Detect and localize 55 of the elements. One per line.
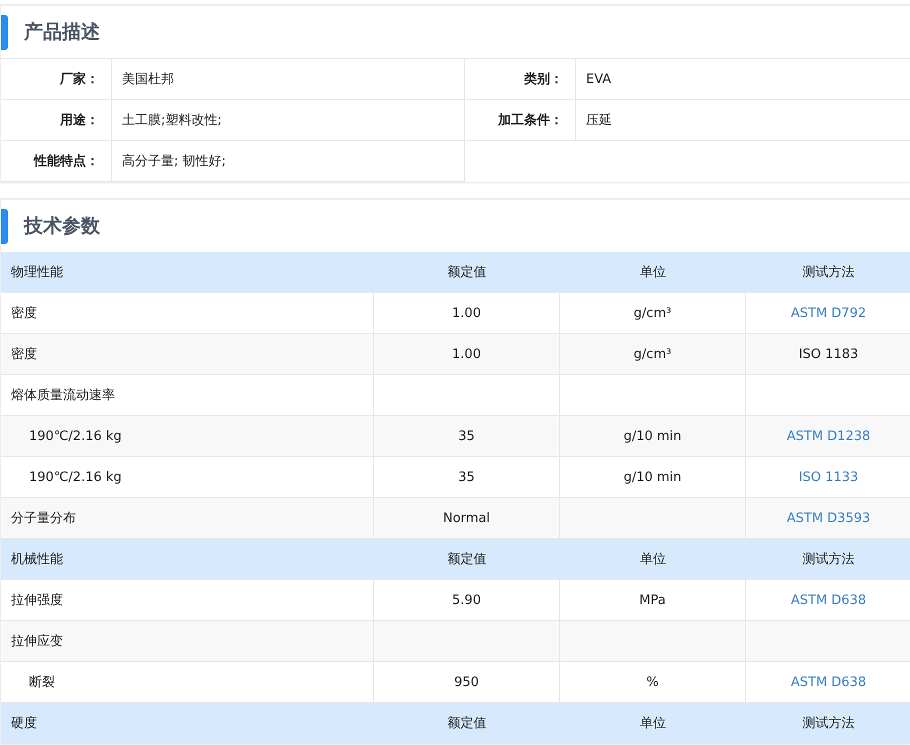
table-cell-text: 拉伸应变 bbox=[10, 633, 63, 650]
accent-bar bbox=[1, 208, 8, 244]
field-value: 压延 bbox=[576, 100, 910, 141]
table-cell-text: 密度 bbox=[10, 346, 37, 363]
table-cell: 1.00 bbox=[452, 346, 481, 362]
test-method-link[interactable]: ASTM D638 bbox=[790, 674, 866, 690]
table-cell: ISO 1183 bbox=[798, 346, 858, 362]
field-label: 厂家： bbox=[1, 59, 112, 100]
column-header: 机械性能 bbox=[10, 551, 63, 568]
column-header: 额定值 bbox=[448, 264, 486, 281]
table-cell: g/10 min bbox=[624, 428, 682, 444]
field-label: 用途： bbox=[1, 100, 112, 141]
table-cell-text: 分子量分布 bbox=[10, 510, 76, 527]
field-value: 高分子量; 韧性好; bbox=[112, 141, 465, 182]
table-cell-text: 熔体质量流动速率 bbox=[10, 387, 115, 404]
section-title: 技术参数 bbox=[24, 214, 100, 239]
column-header: 测试方法 bbox=[802, 264, 854, 281]
table-cell: Normal bbox=[442, 510, 490, 526]
column-header: 单位 bbox=[640, 551, 666, 568]
test-method-link[interactable]: ASTM D3593 bbox=[786, 510, 870, 526]
section-title: 产品描述 bbox=[24, 20, 100, 45]
table-cell: g/10 min bbox=[624, 470, 682, 484]
test-method-link[interactable]: ISO 1133 bbox=[798, 470, 858, 484]
table-cell: g/cm³ bbox=[634, 346, 672, 362]
column-header: 单位 bbox=[640, 264, 666, 281]
table-cell: MPa bbox=[639, 592, 666, 608]
field-value: EVA bbox=[576, 59, 910, 100]
test-method-link[interactable]: ASTM D1238 bbox=[786, 428, 870, 444]
table-cell-text: 190℃/2.16 kg bbox=[28, 428, 122, 444]
column-header: 硬度 bbox=[10, 715, 37, 732]
table-cell: 950 bbox=[454, 674, 479, 690]
table-cell: g/cm³ bbox=[634, 306, 672, 320]
table-cell: 35 bbox=[458, 470, 475, 484]
table-cell: 5.90 bbox=[452, 592, 481, 608]
test-method-link[interactable]: ASTM D792 bbox=[790, 306, 866, 320]
field-value: 土工膜;塑料改性; bbox=[112, 100, 465, 141]
field-label: 性能特点： bbox=[1, 141, 112, 182]
table-cell-text: 断裂 bbox=[28, 674, 55, 691]
table-cell: 1.00 bbox=[452, 306, 481, 320]
column-header: 测试方法 bbox=[802, 551, 854, 568]
column-header: 额定值 bbox=[448, 715, 486, 732]
field-label: 加工条件： bbox=[465, 100, 576, 141]
column-header: 测试方法 bbox=[802, 715, 854, 732]
table-cell-text: 190℃/2.16 kg bbox=[28, 470, 122, 484]
table-cell-text: 拉伸强度 bbox=[10, 592, 63, 609]
column-header: 单位 bbox=[640, 715, 666, 732]
table-cell: 35 bbox=[458, 428, 475, 444]
field-value: 美国杜邦 bbox=[112, 59, 465, 100]
column-header: 物理性能 bbox=[10, 264, 63, 281]
column-header: 额定值 bbox=[448, 551, 486, 568]
table-cell: % bbox=[646, 674, 659, 690]
field-label: 类别： bbox=[465, 59, 576, 100]
accent-bar bbox=[1, 14, 8, 50]
table-cell-text: 密度 bbox=[10, 305, 37, 322]
test-method-link[interactable]: ASTM D638 bbox=[790, 592, 866, 608]
